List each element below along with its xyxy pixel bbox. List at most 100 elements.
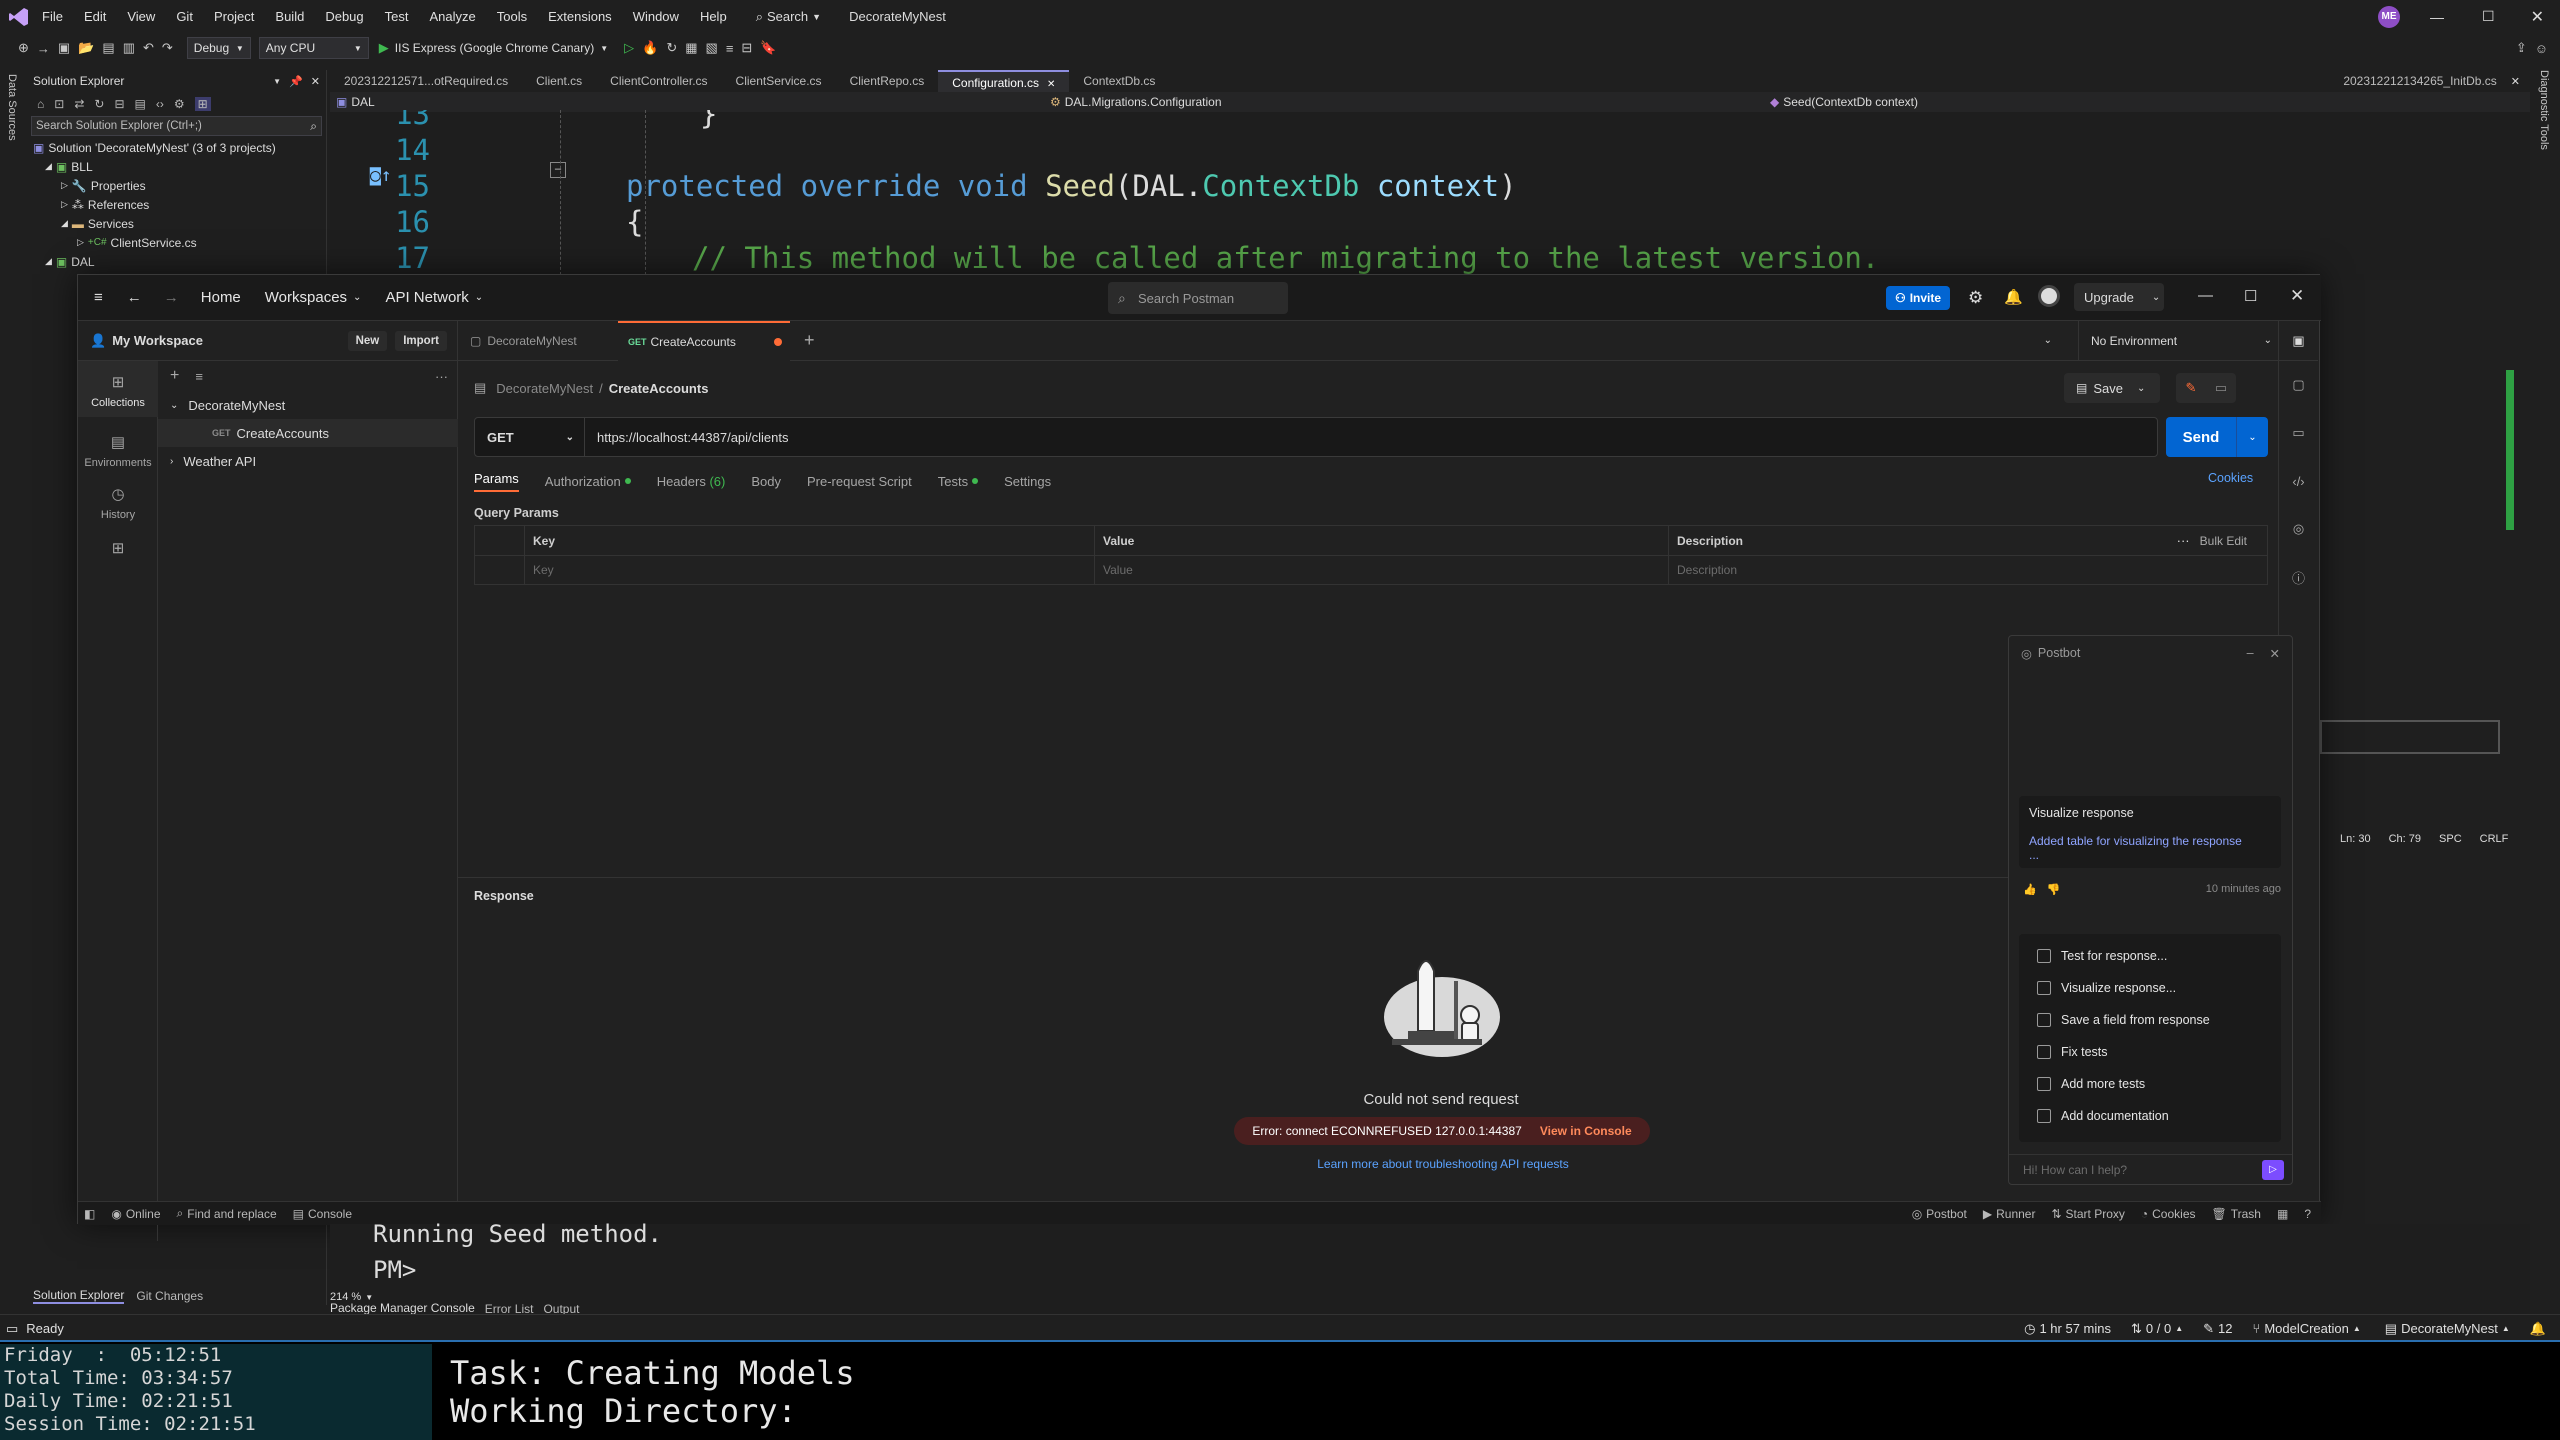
- view-console-link[interactable]: View in Console: [1540, 1124, 1632, 1138]
- card-text[interactable]: Added table for visualizing the response: [2029, 834, 2271, 848]
- help-icon[interactable]: ?: [2304, 1207, 2311, 1221]
- info-icon[interactable]: ⓘ: [2279, 553, 2318, 601]
- menu-project[interactable]: Project: [214, 9, 254, 24]
- docs-view-icon[interactable]: ▭: [2206, 373, 2236, 403]
- back-icon[interactable]: ⊕: [18, 40, 29, 56]
- close-icon[interactable]: ✕: [311, 75, 320, 88]
- notifications-icon[interactable]: 🔔: [2530, 1321, 2546, 1337]
- code-area[interactable]: 13 14 15 16 17 ◙↑ − } protected override…: [330, 110, 2530, 280]
- lightbulb-icon[interactable]: ◎: [2279, 505, 2318, 553]
- maximize-icon[interactable]: ☐: [2482, 8, 2495, 25]
- menu-file[interactable]: File: [42, 9, 63, 24]
- code-icon[interactable]: ‹/›: [2279, 457, 2318, 505]
- nav-project-select[interactable]: ▣ DAL: [330, 95, 1050, 109]
- nav-workspaces[interactable]: Workspaces ⌄: [265, 289, 362, 306]
- start-without-debug-icon[interactable]: ▷: [624, 40, 634, 56]
- feedback-icon[interactable]: ☺: [2535, 41, 2548, 56]
- environment-quicklook-icon[interactable]: ▣: [2278, 320, 2318, 361]
- console-toggle[interactable]: ▤ Console: [293, 1207, 352, 1221]
- view-mode-toggle[interactable]: ✎ ▭: [2176, 373, 2236, 403]
- data-sources-tab[interactable]: Data Sources: [6, 74, 18, 141]
- tab-pre-request[interactable]: Pre-request Script: [807, 474, 912, 489]
- suggestion-test-response[interactable]: Test for response...: [2019, 940, 2281, 972]
- tab-decoratemynest[interactable]: ▢ DecorateMyNest: [458, 321, 618, 361]
- suggestion-visualize[interactable]: Visualize response...: [2019, 972, 2281, 1004]
- tree-dal[interactable]: ◢ ▣ DAL: [33, 252, 326, 271]
- preview-icon[interactable]: ⊞: [194, 97, 211, 111]
- editor-tab-active[interactable]: Configuration.cs ✕: [938, 70, 1070, 92]
- collapse-icon[interactable]: ⊟: [114, 97, 124, 111]
- thumbs-down-icon[interactable]: 👎: [2047, 883, 2061, 896]
- param-value-input[interactable]: Value: [1103, 563, 1133, 577]
- console-prompt[interactable]: PM>: [373, 1256, 416, 1284]
- invite-button[interactable]: ⚇ Invite: [1886, 286, 1950, 310]
- postbot-input[interactable]: Hi! How can I help? ▷: [2009, 1154, 2292, 1184]
- param-description-input[interactable]: Description: [1677, 563, 1737, 577]
- refresh-icon[interactable]: ↻: [666, 40, 677, 56]
- bulk-edit-link[interactable]: Bulk Edit: [2200, 534, 2247, 548]
- postman-search[interactable]: ⌕ Search Postman: [1108, 282, 1288, 314]
- settings-icon[interactable]: ⚙: [1968, 288, 1983, 308]
- tab-headers[interactable]: Headers (6): [657, 474, 726, 489]
- repo-status[interactable]: ▤ DecorateMyNest ▲: [2385, 1321, 2510, 1337]
- more-icon[interactable]: ···: [435, 369, 448, 384]
- rail-collections[interactable]: ⊞ Collections: [78, 361, 158, 417]
- share-icon[interactable]: ⇪: [2516, 40, 2527, 56]
- tab-body[interactable]: Body: [751, 474, 781, 489]
- menu-git[interactable]: Git: [176, 9, 193, 24]
- breadcrumb-parent[interactable]: DecorateMyNest: [496, 381, 593, 396]
- sync-status[interactable]: ⇅ 0 / 0 ▲: [2131, 1321, 2183, 1337]
- save-icon[interactable]: ▤: [102, 40, 114, 56]
- pin-icon[interactable]: ✕: [1047, 79, 1055, 90]
- filter-icon[interactable]: ≡: [195, 369, 203, 384]
- home-icon[interactable]: ⌂: [37, 97, 44, 111]
- suggestion-add-docs[interactable]: Add documentation: [2019, 1100, 2281, 1132]
- switch-view-icon[interactable]: ⊡: [54, 97, 64, 111]
- troubleshoot-link[interactable]: Learn more about troubleshooting API req…: [1238, 1157, 1648, 1171]
- show-all-icon[interactable]: ▤: [135, 97, 146, 111]
- editor-tab-right[interactable]: 202312212134265_InitDb.cs: [2329, 70, 2510, 92]
- editor-tab[interactable]: Client.cs: [522, 70, 596, 92]
- tree-properties[interactable]: ▷ 🔧 Properties: [33, 176, 326, 195]
- tab-createaccounts[interactable]: GET CreateAccounts: [618, 320, 790, 361]
- minimize-icon[interactable]: —: [2430, 9, 2444, 25]
- tab-params[interactable]: Params: [474, 471, 519, 492]
- undo-icon[interactable]: ↶: [143, 40, 154, 56]
- edit-icon[interactable]: ✎: [2176, 373, 2206, 403]
- menu-build[interactable]: Build: [275, 9, 304, 24]
- collapse-code-icon[interactable]: −: [550, 162, 566, 178]
- maximize-icon[interactable]: ☐: [2244, 287, 2257, 305]
- solution-search-input[interactable]: Search Solution Explorer (Ctrl+;) ⌕: [31, 116, 322, 136]
- comments-icon[interactable]: ▭: [2279, 409, 2318, 457]
- minimize-icon[interactable]: –: [2247, 646, 2254, 660]
- sync-icon[interactable]: ⇄: [74, 97, 84, 111]
- card-more[interactable]: ...: [2029, 848, 2271, 862]
- suggestion-add-tests[interactable]: Add more tests: [2019, 1068, 2281, 1100]
- add-icon[interactable]: +: [170, 367, 179, 385]
- response-divider[interactable]: [458, 877, 2278, 878]
- toolbar-icon[interactable]: ⊟: [741, 40, 752, 56]
- postbot-toggle[interactable]: ◎ Postbot: [1912, 1207, 1967, 1221]
- tree-bll[interactable]: ◢ ▣ BLL: [33, 157, 326, 176]
- tree-references[interactable]: ▷ ⁂ References: [33, 195, 326, 214]
- new-project-icon[interactable]: ▣: [58, 40, 70, 56]
- menu-test[interactable]: Test: [385, 9, 409, 24]
- param-key-input[interactable]: Key: [533, 563, 554, 577]
- rail-environments[interactable]: ▤ Environments: [78, 417, 158, 469]
- documentation-icon[interactable]: ▢: [2279, 361, 2318, 409]
- import-button[interactable]: Import: [395, 330, 447, 351]
- tab-solution-explorer[interactable]: Solution Explorer: [33, 1288, 125, 1304]
- online-status[interactable]: ◉ Online: [111, 1207, 160, 1221]
- branch-status[interactable]: ⑂ ModelCreation ▲: [2253, 1321, 2361, 1336]
- send-icon[interactable]: ▷: [2262, 1159, 2284, 1180]
- menu-edit[interactable]: Edit: [84, 9, 106, 24]
- vs-search[interactable]: ⌕ Search ▼: [756, 9, 821, 25]
- redo-icon[interactable]: ↷: [162, 40, 173, 56]
- start-proxy[interactable]: ⇅ Start Proxy: [2051, 1207, 2124, 1221]
- url-input[interactable]: https://localhost:44387/api/clients: [585, 430, 789, 445]
- menu-analyze[interactable]: Analyze: [429, 9, 475, 24]
- diagnostic-tools-tab[interactable]: Diagnostic Tools: [2538, 70, 2550, 150]
- editor-tab[interactable]: ClientService.cs: [722, 70, 836, 92]
- cookies-link[interactable]: Cookies: [2208, 471, 2253, 485]
- chevron-down-icon[interactable]: ⌄: [2236, 417, 2268, 457]
